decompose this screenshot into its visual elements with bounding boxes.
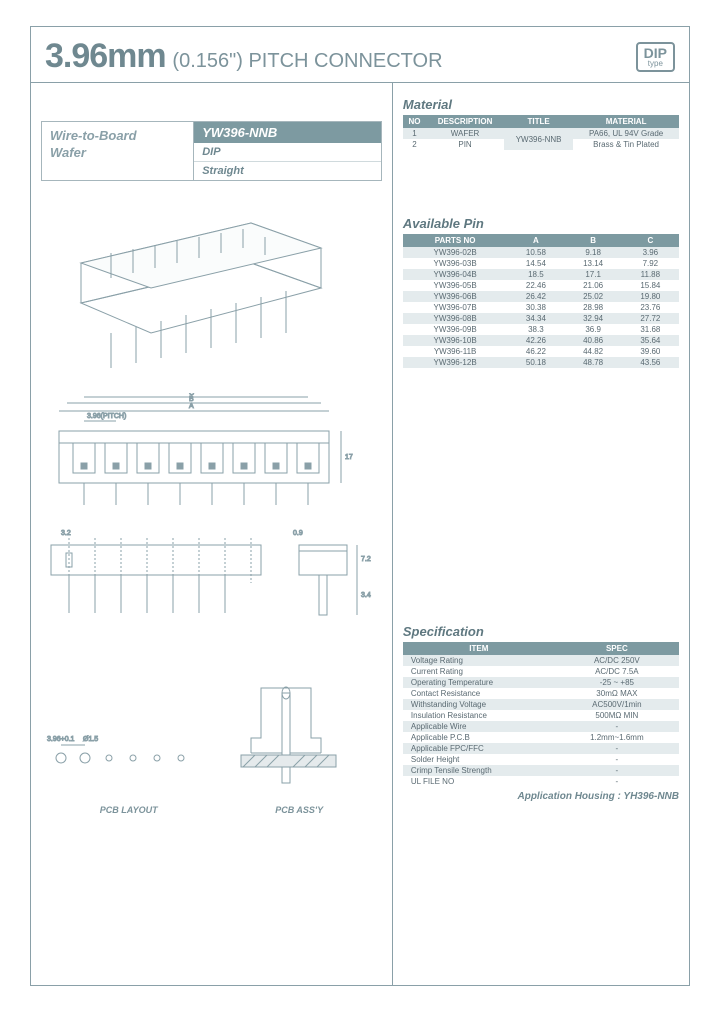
top-side-drawing: 3.2 (41, 523, 381, 663)
svg-text:3.96(PITCH): 3.96(PITCH) (87, 413, 126, 420)
ident-box: Wire-to-Board Wafer YW396-NNB DIP Straig… (41, 121, 382, 181)
ident-type1: Wire-to-Board (50, 128, 185, 145)
part-number: YW396-NNB (194, 122, 381, 143)
ident-type2: Wafer (50, 145, 185, 162)
title-inch: (0.156") (172, 50, 242, 72)
svg-text:17: 17 (345, 454, 353, 461)
ident-sub2: Straight (194, 162, 381, 180)
front-drawing: 3.96(PITCH) A B C 17 (41, 393, 371, 523)
svg-text:7.2: 7.2 (361, 556, 371, 563)
spec-title: Specification (403, 624, 679, 639)
iso-drawing (41, 193, 361, 393)
title: 3.96mm (0.156") PITCH CONNECTOR (45, 37, 443, 76)
title-label: PITCH CONNECTOR (248, 50, 442, 72)
svg-text:A: A (189, 403, 194, 410)
header: 3.96mm (0.156") PITCH CONNECTOR DIP type (31, 27, 689, 83)
svg-text:3.96+0.1: 3.96+0.1 (47, 736, 75, 743)
drawings: 3.96(PITCH) A B C 17 (41, 193, 382, 833)
dip-badge: DIP type (636, 42, 675, 72)
app-housing: Application Housing : YH396-NNB (403, 791, 679, 802)
svg-text:0.9: 0.9 (293, 530, 303, 537)
title-size: 3.96mm (45, 37, 166, 76)
badge-sub: type (644, 60, 667, 68)
ident-sub1: DIP (194, 143, 381, 162)
spec-table: ITEMSPEC Voltage RatingAC/DC 250V Curren… (403, 642, 679, 787)
material-title: Material (403, 97, 679, 112)
svg-text:3.2: 3.2 (61, 530, 71, 537)
pcb-assy-label: PCB ASS'Y (275, 805, 323, 815)
pins-title: Available Pin (403, 216, 679, 231)
pcb-drawing: 3.96+0.1 Ø1.5 (41, 663, 381, 803)
pcb-layout-label: PCB LAYOUT (100, 805, 158, 815)
svg-text:3.4: 3.4 (361, 592, 371, 599)
svg-text:Ø1.5: Ø1.5 (83, 736, 98, 743)
material-table: NO DESCRIPTION TITLE MATERIAL 1WAFERYW39… (403, 115, 679, 150)
pins-table: PARTS NOABC YW396-02B10.589.183.96 YW396… (403, 234, 679, 368)
svg-text:C: C (189, 393, 194, 397)
